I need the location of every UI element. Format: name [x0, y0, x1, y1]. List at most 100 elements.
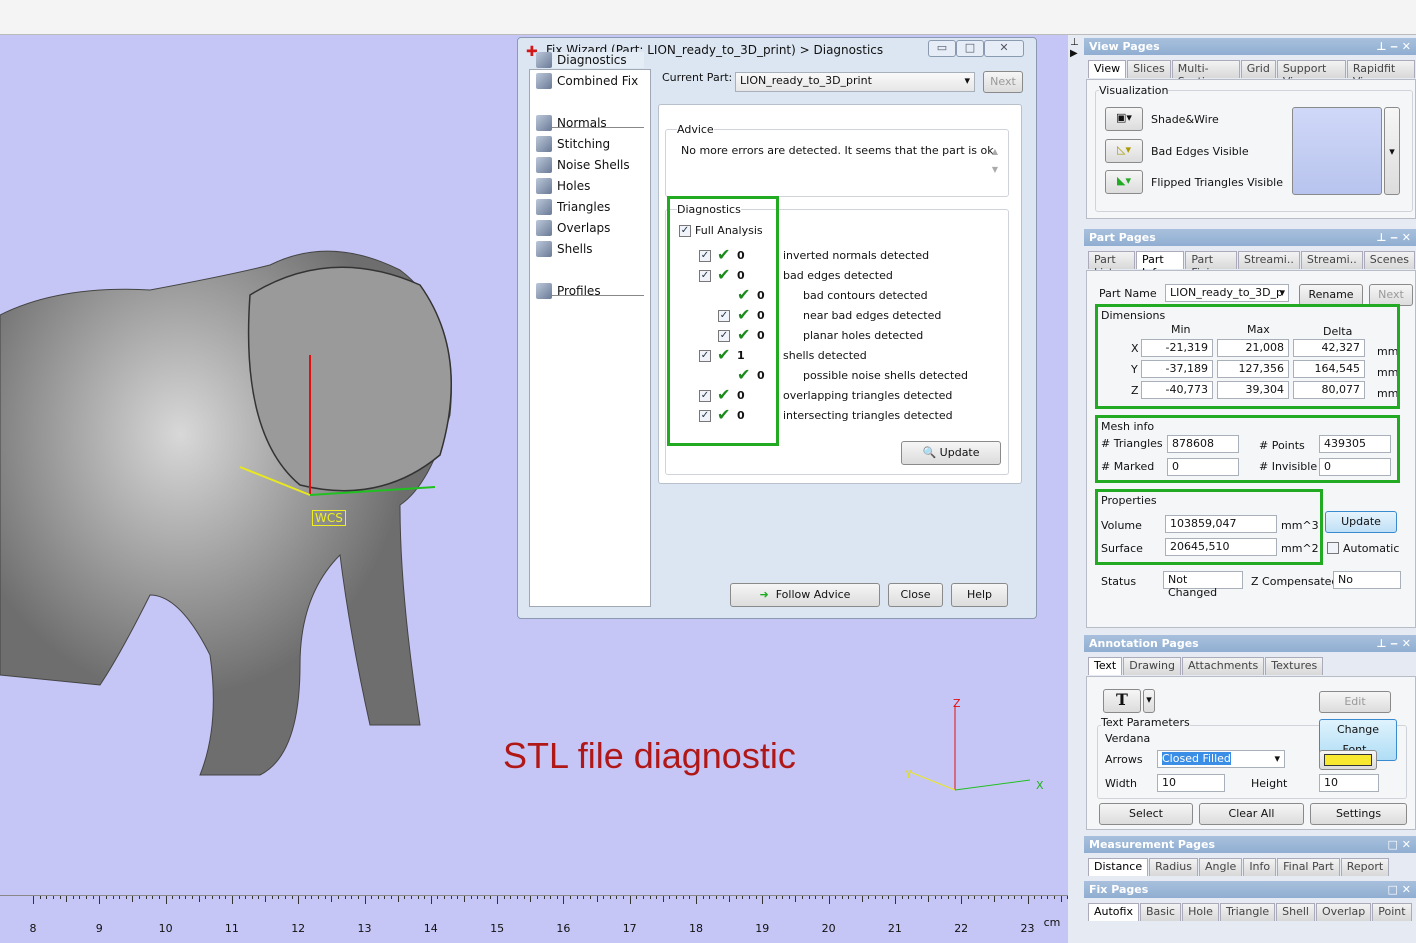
part-tab-scenes[interactable]: Scenes — [1363, 251, 1415, 269]
bad-edges-button[interactable]: ◺▾ — [1105, 139, 1143, 163]
nav-item-stitching[interactable]: Stitching — [536, 136, 610, 152]
next-button[interactable]: Next — [983, 71, 1023, 93]
text-tool-button[interactable]: T — [1103, 689, 1141, 713]
view-tab-view[interactable]: View — [1088, 60, 1127, 78]
annotation-tab-drawing[interactable]: Drawing — [1123, 657, 1181, 675]
ruler-minor-tick — [225, 896, 227, 899]
axis-x-label: X — [1036, 779, 1044, 792]
measurement-tab-distance[interactable]: Distance — [1088, 858, 1149, 876]
measurement-tab-info[interactable]: Info — [1243, 858, 1277, 876]
pin-icon[interactable]: ⊥ ▶ — [1070, 37, 1082, 77]
view-tab-support-view[interactable]: Support View — [1276, 60, 1346, 88]
view-dropdown-button[interactable]: ▾ — [1384, 107, 1400, 195]
ruler-minor-tick — [1020, 896, 1022, 899]
nav-item-holes[interactable]: Holes — [536, 178, 590, 194]
fix-tab-point[interactable]: Point — [1372, 903, 1412, 921]
part-tab-streami-[interactable]: Streami.. — [1238, 251, 1300, 269]
measurement-tab-final-part[interactable]: Final Part — [1277, 858, 1340, 876]
part-tab-part-list[interactable]: Part List — [1088, 251, 1136, 279]
fix-tab-shell[interactable]: Shell — [1276, 903, 1315, 921]
help-button[interactable]: Help — [951, 583, 1008, 607]
measurement-tab-angle[interactable]: Angle — [1199, 858, 1243, 876]
next-button[interactable]: Next — [1369, 284, 1413, 306]
ruler-minor-tick — [132, 896, 134, 902]
nav-item-shells[interactable]: Shells — [536, 241, 593, 257]
panel-controls-icon[interactable]: ⊥ ‒ ✕ — [1376, 635, 1411, 652]
select-button[interactable]: Select — [1099, 803, 1193, 825]
ruler-minor-tick — [861, 896, 863, 902]
view-tab-rapidfit-view[interactable]: Rapidfit View — [1346, 60, 1415, 88]
panel-controls-icon[interactable]: □ ✕ — [1388, 836, 1411, 853]
panel-controls-icon[interactable]: ⊥ ‒ ✕ — [1376, 229, 1411, 246]
advice-scrollbar[interactable]: ▲ ▼ — [989, 143, 1001, 189]
minimize-button[interactable]: ▭ — [928, 40, 956, 57]
fix-tab-basic[interactable]: Basic — [1139, 903, 1182, 921]
nav-item-noise-shells[interactable]: Noise Shells — [536, 157, 630, 173]
close-button[interactable]: Close — [888, 583, 943, 607]
edit-button[interactable]: Edit — [1319, 691, 1391, 713]
follow-advice-button[interactable]: ➜ Follow Advice — [730, 583, 880, 607]
row-label: intersecting triangles detected — [783, 409, 953, 422]
part-tab-part-info[interactable]: Part Info — [1136, 251, 1185, 279]
annotation-tab-text[interactable]: Text — [1088, 657, 1123, 675]
view-tab-multi-section[interactable]: Multi-Section — [1171, 60, 1240, 88]
part-tab-part-fixi-[interactable]: Part Fixi.. — [1185, 251, 1237, 279]
ruler-minor-tick — [901, 896, 903, 899]
flipped-triangles-button[interactable]: ◣▾ — [1105, 170, 1143, 194]
row-label: possible noise shells detected — [803, 369, 969, 382]
ruler-minor-tick — [875, 896, 876, 899]
arrows-dropdown[interactable]: Closed Filled ▾ — [1157, 750, 1285, 768]
nav-item-normals[interactable]: Normals — [536, 115, 607, 131]
nav-item-diagnostics[interactable]: Diagnostics — [536, 52, 644, 68]
nav-item-profiles[interactable]: Profiles — [536, 283, 601, 299]
ruler-minor-tick — [1000, 896, 1002, 899]
measurement-tab-report[interactable]: Report — [1340, 858, 1390, 876]
ruler-minor-tick — [245, 896, 247, 899]
ruler-minor-tick — [550, 896, 552, 899]
panel-controls-icon[interactable]: ⊥ ‒ ✕ — [1376, 38, 1411, 55]
rename-button[interactable]: Rename — [1299, 284, 1363, 306]
ruler-minor-tick — [954, 896, 956, 899]
panel-controls-icon[interactable]: □ ✕ — [1388, 881, 1411, 898]
view-cube-button[interactable] — [1292, 107, 1382, 195]
ruler-tick — [231, 896, 233, 904]
fix-tab-hole[interactable]: Hole — [1182, 903, 1219, 921]
ruler-minor-tick — [749, 896, 751, 899]
width-input[interactable]: 10 — [1157, 774, 1225, 792]
nav-item-combined-fix[interactable]: Combined Fix — [536, 73, 638, 89]
settings-button[interactable]: Settings — [1310, 803, 1407, 825]
nav-item-overlaps[interactable]: Overlaps — [536, 220, 610, 236]
part-tab-streami-[interactable]: Streami.. — [1300, 251, 1363, 269]
ruler-label: 11 — [224, 922, 239, 935]
ruler-minor-tick — [324, 896, 326, 899]
annotation-tab-attachments[interactable]: Attachments — [1182, 657, 1265, 675]
row-label: inverted normals detected — [783, 249, 930, 262]
view-tab-slices[interactable]: Slices — [1127, 60, 1171, 78]
wcs-label: WCS — [312, 510, 346, 526]
ruler-minor-tick — [351, 896, 353, 899]
update-button[interactable]: 🔍 Update — [901, 441, 1001, 465]
annotation-tab-textures[interactable]: Textures — [1265, 657, 1324, 675]
clear-all-button[interactable]: Clear All — [1199, 803, 1304, 825]
view-tab-grid[interactable]: Grid — [1240, 60, 1276, 78]
color-picker-button[interactable] — [1319, 750, 1377, 770]
maximize-button[interactable]: □ — [956, 40, 984, 57]
automatic-checkbox[interactable] — [1327, 542, 1339, 554]
current-part-dropdown[interactable]: LION_ready_to_3D_print ▾ — [735, 72, 975, 92]
close-window-button[interactable]: ✕ — [984, 40, 1024, 57]
top-toolbar — [0, 0, 1416, 35]
ruler-minor-tick — [238, 896, 240, 899]
height-input[interactable]: 10 — [1319, 774, 1379, 792]
fix-tab-autofix[interactable]: Autofix — [1088, 903, 1139, 921]
fix-tab-triangle[interactable]: Triangle — [1219, 903, 1276, 921]
ruler-minor-tick — [72, 896, 74, 899]
shade-wire-label: Shade&Wire — [1151, 113, 1219, 126]
ruler-minor-tick — [941, 896, 943, 899]
fix-tab-overlap[interactable]: Overlap — [1315, 903, 1372, 921]
measurement-tab-radius[interactable]: Radius — [1149, 858, 1198, 876]
text-tool-dropdown[interactable]: ▾ — [1143, 689, 1155, 713]
shade-wire-button[interactable]: ▣▾ — [1105, 107, 1143, 131]
nav-item-triangles[interactable]: Triangles — [536, 199, 610, 215]
properties-update-button[interactable]: Update — [1325, 511, 1397, 533]
part-name-dropdown[interactable]: LION_ready_to_3D_p ▾ — [1165, 284, 1289, 302]
